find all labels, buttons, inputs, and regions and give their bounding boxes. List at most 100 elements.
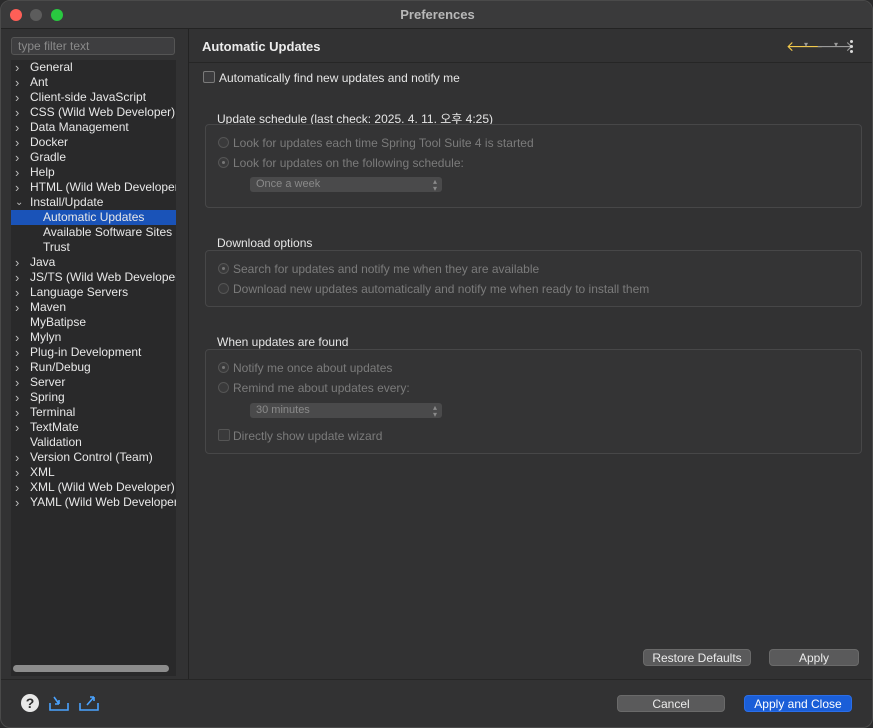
tree-item[interactable]: › Help (11, 165, 176, 180)
chevron-right-icon[interactable]: › (15, 255, 25, 270)
export-icon[interactable] (78, 693, 100, 713)
tree-item[interactable]: › Terminal (11, 405, 176, 420)
tree-item[interactable]: › XML (Wild Web Developer) (11, 480, 176, 495)
tree-item[interactable]: › Client-side JavaScript (11, 90, 176, 105)
filter-input[interactable] (11, 37, 175, 55)
chevron-right-icon[interactable]: › (15, 495, 25, 510)
tree-item[interactable]: › General (11, 60, 176, 75)
tree-item[interactable]: MyBatipse (11, 315, 176, 330)
schedule-interval-select[interactable]: Once a week ▴ ▾ (250, 177, 442, 193)
tree-item[interactable]: › Mylyn (11, 330, 176, 345)
tree-item-label: MyBatipse (30, 315, 87, 329)
tree-item[interactable]: › Plug-in Development (11, 345, 176, 360)
tree-item[interactable]: › Language Servers (11, 285, 176, 300)
show-wizard-checkbox[interactable] (218, 429, 230, 441)
chevron-right-icon[interactable]: › (15, 165, 25, 180)
tree-item[interactable]: Automatic Updates (11, 210, 176, 225)
chevron-right-icon[interactable]: › (15, 75, 25, 90)
chevron-right-icon[interactable]: › (15, 60, 25, 75)
title-bar[interactable]: Preferences (1, 1, 872, 29)
more-menu-icon[interactable] (850, 40, 854, 54)
chevron-right-icon[interactable]: › (15, 330, 25, 345)
chevron-right-icon[interactable]: › (15, 375, 25, 390)
tree-item-label: XML (Wild Web Developer) (30, 480, 175, 494)
tree-item-label: General (30, 60, 73, 74)
tree-item-label: XML (30, 465, 55, 479)
help-icon[interactable]: ? (21, 694, 39, 712)
tree-item[interactable]: › Run/Debug (11, 360, 176, 375)
tree-item[interactable]: › TextMate (11, 420, 176, 435)
schedule-radio[interactable] (218, 157, 229, 168)
notify-once-radio[interactable] (218, 362, 229, 373)
chevron-down-icon[interactable]: ⌄ (15, 195, 25, 210)
tree-item[interactable]: Validation (11, 435, 176, 450)
chevron-right-icon[interactable]: › (15, 360, 25, 375)
chevron-right-icon[interactable]: › (15, 405, 25, 420)
tree-item[interactable]: › HTML (Wild Web Developer) (11, 180, 176, 195)
notify-option-label: Search for updates and notify me when th… (233, 262, 540, 276)
tree-item-label: CSS (Wild Web Developer) (30, 105, 176, 119)
tree-item-label: Version Control (Team) (30, 450, 153, 464)
tree-item[interactable]: ⌄ Install/Update (11, 195, 176, 210)
notify-radio[interactable] (218, 263, 229, 274)
tree-item[interactable]: › CSS (Wild Web Developer) (11, 105, 176, 120)
cancel-button[interactable]: Cancel (617, 695, 725, 712)
chevron-right-icon[interactable]: › (15, 180, 25, 195)
tree-item[interactable]: › YAML (Wild Web Developer) (11, 495, 176, 510)
apply-and-close-button[interactable]: Apply and Close (744, 695, 852, 712)
restore-defaults-button[interactable]: Restore Defaults (643, 649, 751, 666)
back-dropdown-icon[interactable]: ▾ (804, 40, 808, 49)
tree-item-label: Ant (30, 75, 49, 89)
tree-item[interactable]: › Server (11, 375, 176, 390)
chevron-right-icon[interactable]: › (15, 345, 25, 360)
tree-item-label: Validation (30, 435, 82, 449)
tree-item-label: TextMate (30, 420, 79, 434)
tree-item-label: Automatic Updates (43, 210, 145, 224)
chevron-right-icon[interactable]: › (15, 120, 25, 135)
tree-item[interactable]: › Java (11, 255, 176, 270)
schedule-group: Look for updates each time Spring Tool S… (205, 124, 862, 208)
chevron-right-icon[interactable]: › (15, 465, 25, 480)
chevron-right-icon[interactable]: › (15, 150, 25, 165)
tree-item[interactable]: Available Software Sites (11, 225, 176, 240)
chevron-right-icon[interactable]: › (15, 390, 25, 405)
tree-item-label: Install/Update (30, 195, 104, 209)
select-arrows-icon: ▴ ▾ (432, 403, 437, 419)
auto-find-checkbox[interactable] (203, 71, 215, 83)
chevron-right-icon[interactable]: › (15, 90, 25, 105)
tree-item[interactable]: › Version Control (Team) (11, 450, 176, 465)
tree-item-label: Spring (30, 390, 65, 404)
tree-item-label: Java (30, 255, 56, 269)
tree-item[interactable]: › Ant (11, 75, 176, 90)
apply-button[interactable]: Apply (769, 649, 859, 666)
chevron-right-icon[interactable]: › (15, 285, 25, 300)
import-icon[interactable] (48, 693, 70, 713)
forward-dropdown-icon[interactable]: ▾ (834, 40, 838, 49)
tree-item[interactable]: › JS/TS (Wild Web Developer) (11, 270, 176, 285)
tree-item[interactable]: › Spring (11, 390, 176, 405)
auto-download-radio[interactable] (218, 283, 229, 294)
tree-item[interactable]: Trust (11, 240, 176, 255)
chevron-right-icon[interactable]: › (15, 300, 25, 315)
tree-item[interactable]: › Maven (11, 300, 176, 315)
startup-radio[interactable] (218, 137, 229, 148)
chevron-right-icon[interactable]: › (15, 480, 25, 495)
chevron-right-icon[interactable]: › (15, 135, 25, 150)
horizontal-scrollbar[interactable] (13, 665, 169, 672)
tree-item-label: Trust (43, 240, 70, 254)
remind-radio[interactable] (218, 382, 229, 393)
remind-interval-select[interactable]: 30 minutes ▴ ▾ (250, 403, 442, 419)
preferences-tree[interactable]: › General › Ant › Client-side JavaScript › CSS … (11, 60, 176, 676)
tree-item-label: HTML (Wild Web Developer) (30, 180, 176, 194)
chevron-right-icon[interactable]: › (15, 420, 25, 435)
tree-item[interactable]: › Docker (11, 135, 176, 150)
tree-item[interactable]: › Data Management (11, 120, 176, 135)
chevron-right-icon[interactable]: › (15, 270, 25, 285)
tree-item[interactable]: › Gradle (11, 150, 176, 165)
tree-item-label: Client-side JavaScript (30, 90, 147, 104)
chevron-right-icon[interactable]: › (15, 450, 25, 465)
chevron-right-icon[interactable]: › (15, 105, 25, 120)
tree-item[interactable]: › XML (11, 465, 176, 480)
footer-divider (1, 679, 872, 680)
page-title: Automatic Updates (202, 39, 321, 54)
